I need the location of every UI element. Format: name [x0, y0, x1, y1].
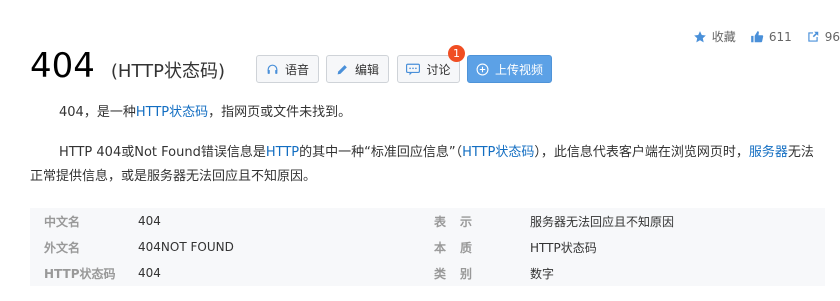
info-key: 本质 [434, 240, 487, 255]
share-icon [808, 31, 818, 42]
favorite-label: 收藏 [711, 30, 736, 44]
audio-button[interactable]: 语音 [256, 55, 319, 83]
summary-paragraph: 404，是一种HTTP状态码，指网页或文件未找到。 [30, 101, 825, 125]
description-paragraph: HTTP 404或Not Found错误信息是HTTP的其中一种“标准回应信息”… [30, 141, 825, 189]
pencil-icon [337, 64, 347, 74]
info-key: 中文名 [44, 214, 81, 229]
like-button[interactable]: 611 [750, 30, 792, 44]
basic-info-table: 中文名 404 表示 服务器无法回应且不知原因 外文名 404NOT FOUND… [30, 208, 825, 286]
para2-text-2: 的其中一种“标准回应信息”（ [299, 145, 463, 160]
star-icon [693, 30, 706, 42]
headphones-icon [267, 64, 278, 74]
upload-video-button[interactable]: 上传视频 [467, 55, 552, 83]
info-value: HTTP状态码 [530, 240, 597, 255]
http-status-code-link[interactable]: HTTP状态码 [136, 105, 208, 120]
info-value: 数字 [530, 266, 555, 281]
plus-circle-icon [476, 63, 489, 75]
para1-text-1: 404，是一种 [59, 105, 136, 120]
title-row: 404 (HTTP状态码) [30, 46, 225, 86]
para1-text-2: ，指网页或文件未找到。 [208, 105, 352, 120]
info-key: HTTP状态码 [44, 266, 116, 281]
top-actions: 收藏 611 96 [679, 28, 840, 45]
info-key: 外文名 [44, 240, 81, 255]
para2-text-3: ），此信息代表客户端在浏览网页时， [534, 145, 749, 160]
thumbs-up-icon [750, 30, 764, 42]
share-count: 96 [824, 29, 840, 44]
like-count: 611 [768, 29, 792, 44]
discuss-count-badge: 1 [448, 45, 465, 62]
favorite-button[interactable]: 收藏 [693, 28, 736, 45]
upload-video-label: 上传视频 [494, 62, 543, 77]
edit-label: 编辑 [354, 62, 379, 77]
info-value: 404 [138, 266, 161, 280]
discuss-label: 讨论 [426, 62, 451, 77]
info-value: 404NOT FOUND [138, 240, 234, 254]
info-value: 404 [138, 214, 161, 228]
info-row: 中文名 404 表示 服务器无法回应且不知原因 [30, 208, 825, 234]
info-row: HTTP状态码 404 类别 数字 [30, 260, 825, 286]
http-status-code-link-2[interactable]: HTTP状态码 [462, 145, 534, 160]
audio-label: 语音 [284, 62, 309, 77]
edit-button[interactable]: 编辑 [326, 55, 389, 83]
page-title: 404 [30, 46, 95, 86]
server-link[interactable]: 服务器 [749, 145, 788, 160]
share-button[interactable]: 96 [806, 30, 840, 44]
para2-text-1: HTTP 404或Not Found错误信息是 [59, 145, 266, 160]
info-row: 外文名 404NOT FOUND 本质 HTTP状态码 [30, 234, 825, 260]
info-key: 类别 [434, 266, 487, 281]
page-subtitle: (HTTP状态码) [110, 61, 226, 82]
chat-icon [406, 63, 421, 75]
http-link[interactable]: HTTP [266, 145, 299, 160]
info-key: 表示 [434, 214, 487, 229]
info-value: 服务器无法回应且不知原因 [530, 214, 675, 229]
